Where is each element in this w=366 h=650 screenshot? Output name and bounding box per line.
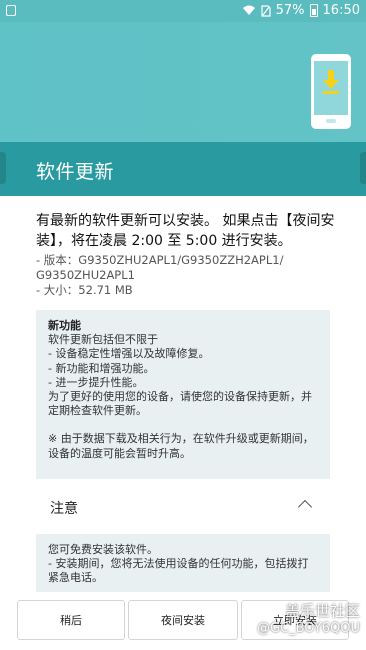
features-box: 新功能 软件更新包括但不限于 - 设备稳定性增强以及故障修复。 - 新功能和增强… bbox=[36, 310, 330, 479]
status-bar: 57% 16:50 bbox=[0, 0, 366, 22]
install-now-button[interactable]: 立即安装 bbox=[241, 600, 349, 640]
status-bar-right: 57% 16:50 bbox=[242, 3, 360, 18]
notice-title: 注意 bbox=[50, 501, 78, 517]
wifi-icon bbox=[242, 5, 255, 15]
phone-illustration bbox=[311, 54, 351, 129]
features-heading: 新功能 bbox=[48, 319, 81, 332]
clock: 16:50 bbox=[322, 3, 360, 18]
no-sim-icon bbox=[261, 4, 271, 17]
hero-banner bbox=[0, 22, 366, 142]
features-line: - 进一步提升性能。 bbox=[48, 375, 144, 389]
bottom-button-bar: 稍后 夜间安装 立即安装 bbox=[0, 592, 366, 650]
features-line: - 新功能和增强功能。 bbox=[48, 361, 155, 375]
features-line: 为了更好的使用您的设备，请使您的设备保持更新，并定期检查软件更新。 bbox=[48, 390, 312, 418]
notice-box: 您可免费安装该软件。 - 安装期间，您将无法使用设备的任何功能，包括拨打紧急电话… bbox=[36, 534, 330, 594]
battery-percent: 57% bbox=[275, 3, 305, 18]
features-note: ※ 由于数据下载及相关行为，在软件升级或更新期间，设备的温度可能会暂时升高。 bbox=[48, 432, 314, 460]
features-line: - 设备稳定性增强以及故障修复。 bbox=[48, 347, 210, 361]
notice-line: - 安装期间，您将无法使用设备的任何功能，包括拨打紧急电话。 bbox=[48, 557, 309, 585]
notice-line: 您可免费安装该软件。 bbox=[48, 543, 158, 556]
update-message: 有最新的软件更新可以安装。 如果点击【夜间安装】，将在凌晨 2:00 至 5:0… bbox=[36, 213, 335, 249]
page-title: 软件更新 bbox=[36, 161, 115, 183]
later-button[interactable]: 稍后 bbox=[17, 600, 125, 640]
battery-icon bbox=[309, 4, 318, 17]
version-line: - 版本：G9350ZHU2APL1/G9350ZZH2APL1/ bbox=[36, 253, 284, 267]
update-content[interactable]: 有最新的软件更新可以安装。 如果点击【夜间安装】，将在凌晨 2:00 至 5:0… bbox=[0, 196, 366, 594]
night-install-button[interactable]: 夜间安装 bbox=[128, 600, 238, 640]
size-line: - 大小：52.71 MB bbox=[36, 283, 133, 297]
notice-toggle[interactable]: 注意 bbox=[36, 486, 330, 532]
version-line: G9350ZHU2APL1 bbox=[36, 268, 135, 282]
notification-icon bbox=[6, 5, 16, 16]
title-bar: 软件更新 bbox=[0, 142, 366, 196]
update-meta: - 版本：G9350ZHU2APL1/G9350ZZH2APL1/ G9350Z… bbox=[36, 253, 336, 298]
chevron-up-icon bbox=[297, 499, 313, 515]
download-icon bbox=[323, 70, 339, 94]
features-line: 软件更新包括但不限于 bbox=[48, 333, 158, 347]
